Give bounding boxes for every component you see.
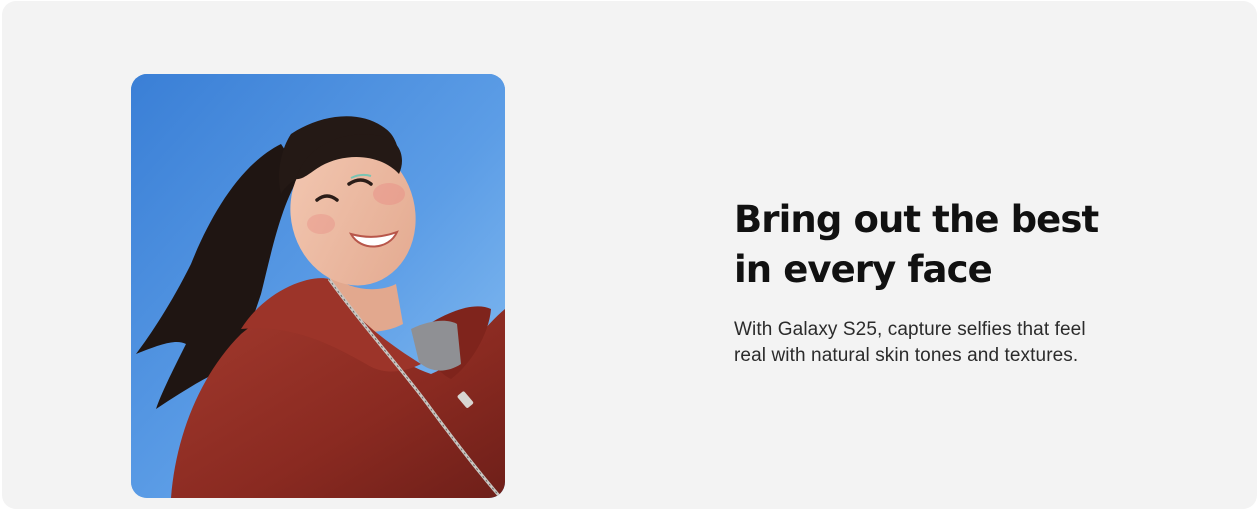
description-line: With Galaxy S25, capture selfies that fe… — [734, 319, 1086, 340]
feature-description: With Galaxy S25, capture selfies that fe… — [734, 317, 1154, 369]
headline-line: in every face — [734, 248, 993, 291]
description-line: real with natural skin tones and texture… — [734, 345, 1079, 366]
selfie-photo — [131, 74, 505, 498]
feature-headline: Bring out the best in every face — [734, 195, 1154, 295]
selfie-illustration — [131, 74, 505, 498]
feature-copy: Bring out the best in every face With Ga… — [734, 195, 1154, 369]
headline-line: Bring out the best — [734, 198, 1099, 241]
feature-card: Bring out the best in every face With Ga… — [2, 1, 1257, 509]
